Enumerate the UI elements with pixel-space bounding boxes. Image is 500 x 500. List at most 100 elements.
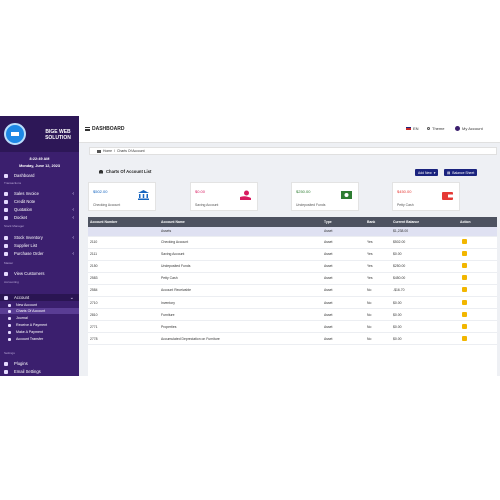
- sidebar-item-purchase-order[interactable]: Purchase Order ‹: [0, 250, 79, 257]
- sidebar-item-credit-note[interactable]: Credit Note: [0, 198, 79, 205]
- lock-icon[interactable]: [462, 335, 467, 341]
- sidebar-item-view-customers[interactable]: View Customers: [0, 270, 79, 277]
- breadcrumb-current: Charts Of Account: [117, 149, 145, 153]
- column-header[interactable]: Account Number: [88, 217, 159, 227]
- table-cell: 2778: [88, 332, 159, 346]
- sheet-icon: ▤: [447, 170, 451, 175]
- table-cell: $0.00: [391, 320, 458, 334]
- page-title: Charts Of Account List: [99, 169, 151, 174]
- theme-toggle[interactable]: Theme: [427, 126, 444, 131]
- sidebar: BIGE WEB SOLUTION 8:22:49 AM Monday, Jun…: [0, 116, 79, 376]
- lock-icon[interactable]: [462, 263, 467, 269]
- lock-icon[interactable]: [462, 275, 467, 281]
- table-cell: Furniture: [159, 308, 322, 322]
- table-cell: Account Receivable: [159, 284, 322, 297]
- group-balance: $1,238.00: [391, 227, 458, 237]
- table-cell: Asset: [322, 332, 365, 346]
- sidebar-sub-charts-of-account[interactable]: Charts Of Account: [0, 308, 79, 314]
- card-petty-cash[interactable]: $450.00 Petty Cash: [392, 182, 460, 211]
- sidebar-sub-make-payment[interactable]: Make A Payment: [0, 329, 79, 335]
- current-date: Monday, June 12, 2023: [19, 164, 60, 168]
- column-header[interactable]: Account Name: [159, 217, 322, 227]
- accounts-table: Account Number Account Name Type Bank Cu…: [88, 217, 497, 376]
- table-cell: $0.00: [391, 248, 458, 261]
- table-cell: 2583: [88, 272, 159, 285]
- sidebar-sub-journal[interactable]: Journal: [0, 315, 79, 321]
- table-cell: $502.00: [391, 236, 458, 249]
- sidebar-sub-receive-payment[interactable]: Receive A Payment: [0, 322, 79, 328]
- lock-icon[interactable]: [462, 323, 467, 329]
- invoice-icon: [4, 191, 8, 196]
- table-cell: No: [365, 284, 391, 297]
- file-icon: [8, 303, 11, 307]
- brand-name: BIGE WEB SOLUTION: [45, 129, 71, 141]
- breadcrumb-separator: /: [114, 149, 115, 153]
- app-window: BIGE WEB SOLUTION 8:22:49 AM Monday, Jun…: [0, 116, 500, 376]
- chart-icon: [8, 309, 11, 313]
- table-cell: Yes: [365, 236, 391, 249]
- table-row: 2583 Petty Cash Asset Yes $450.00: [88, 272, 497, 285]
- sidebar-item-email-settings[interactable]: Email Settings: [0, 368, 79, 375]
- my-account-menu[interactable]: My Account: [455, 126, 483, 131]
- chevron-down-icon: ⌄: [69, 295, 74, 301]
- language-selector[interactable]: EN: [406, 126, 419, 131]
- top-bar: DASHBOARD EN Theme My Account: [79, 116, 500, 143]
- column-header[interactable]: Bank: [365, 217, 391, 227]
- table-cell: Asset: [322, 284, 365, 297]
- sidebar-sub-account-transfer[interactable]: Account Transfer: [0, 336, 79, 342]
- card-checking-account[interactable]: $502.00 Checking Account: [88, 182, 156, 211]
- table-cell: 2584: [88, 284, 159, 297]
- column-header[interactable]: Current Balance: [391, 217, 458, 227]
- lock-icon[interactable]: [462, 251, 467, 257]
- money-hand-icon: [240, 190, 251, 200]
- sidebar-item-stock-inventory[interactable]: Stock Inventory ‹: [0, 234, 79, 241]
- table-cell: No: [365, 332, 391, 346]
- note-icon: [4, 199, 8, 204]
- sidebar-item-quotation[interactable]: Quotation ‹: [0, 206, 79, 213]
- column-header[interactable]: Type: [322, 217, 365, 227]
- receive-icon: [8, 323, 11, 327]
- table-cell: Asset: [322, 236, 365, 249]
- column-header: Action: [458, 217, 497, 227]
- group-name: Assets: [159, 227, 322, 237]
- card-saving-account[interactable]: $0.00 Saving Account: [190, 182, 258, 211]
- table-cell: Asset: [322, 248, 365, 261]
- envelope-icon: [4, 369, 8, 374]
- lock-icon[interactable]: [462, 311, 467, 317]
- table-cell: Saving Account: [159, 248, 322, 261]
- table-row: 2771 Properties Asset No $0.00: [88, 320, 497, 334]
- sidebar-item-supplier-list[interactable]: Supplier List: [0, 242, 79, 249]
- plug-icon: [4, 361, 8, 366]
- sidebar-item-sales-invoice[interactable]: Sales Invoice ‹: [0, 190, 79, 197]
- sidebar-item-dashboard[interactable]: Dashboard: [0, 172, 79, 179]
- table-row: 2778 Accumulated Depreciation on Furnitur…: [88, 332, 497, 346]
- table-row: 2111 Saving Account Asset Yes $0.00: [88, 248, 497, 261]
- users-icon: [4, 271, 8, 276]
- balance-sheet-button[interactable]: ▤ Balance Sheet: [444, 169, 478, 176]
- lock-icon[interactable]: [462, 239, 467, 245]
- table-cell: $450.00: [391, 272, 458, 285]
- table-cell: No: [365, 308, 391, 322]
- table-cell: Petty Cash: [159, 272, 322, 285]
- table-cell: Asset: [322, 260, 365, 273]
- breadcrumb-home[interactable]: Home: [103, 149, 112, 153]
- card-label: Undeposited Funds: [296, 203, 326, 207]
- table-cell: 2150: [88, 260, 159, 273]
- table-row: 2584 Account Receivable Asset No -$16.70: [88, 284, 497, 297]
- sidebar-item-plugins[interactable]: Plugins: [0, 360, 79, 367]
- bank-icon: [138, 190, 149, 200]
- chevron-down-icon: ▾: [433, 170, 436, 175]
- card-undeposited-funds[interactable]: $250.00 Undeposited Funds: [291, 182, 359, 211]
- theme-icon: [427, 127, 430, 130]
- table-cell: Asset: [322, 308, 365, 322]
- sidebar-item-account[interactable]: Account ⌄: [0, 294, 79, 301]
- add-new-button[interactable]: Add New ▾: [415, 169, 439, 176]
- lock-icon[interactable]: [462, 287, 467, 293]
- menu-icon[interactable]: [85, 127, 90, 131]
- table-row: 2810 Furniture Asset No $0.00: [88, 308, 497, 322]
- sidebar-item-docket[interactable]: Docket ‹: [0, 214, 79, 221]
- payment-icon: [8, 330, 11, 334]
- section-transactions: Transactions: [4, 181, 22, 185]
- lock-icon[interactable]: [462, 299, 467, 305]
- page-header-title: DASHBOARD: [92, 126, 125, 132]
